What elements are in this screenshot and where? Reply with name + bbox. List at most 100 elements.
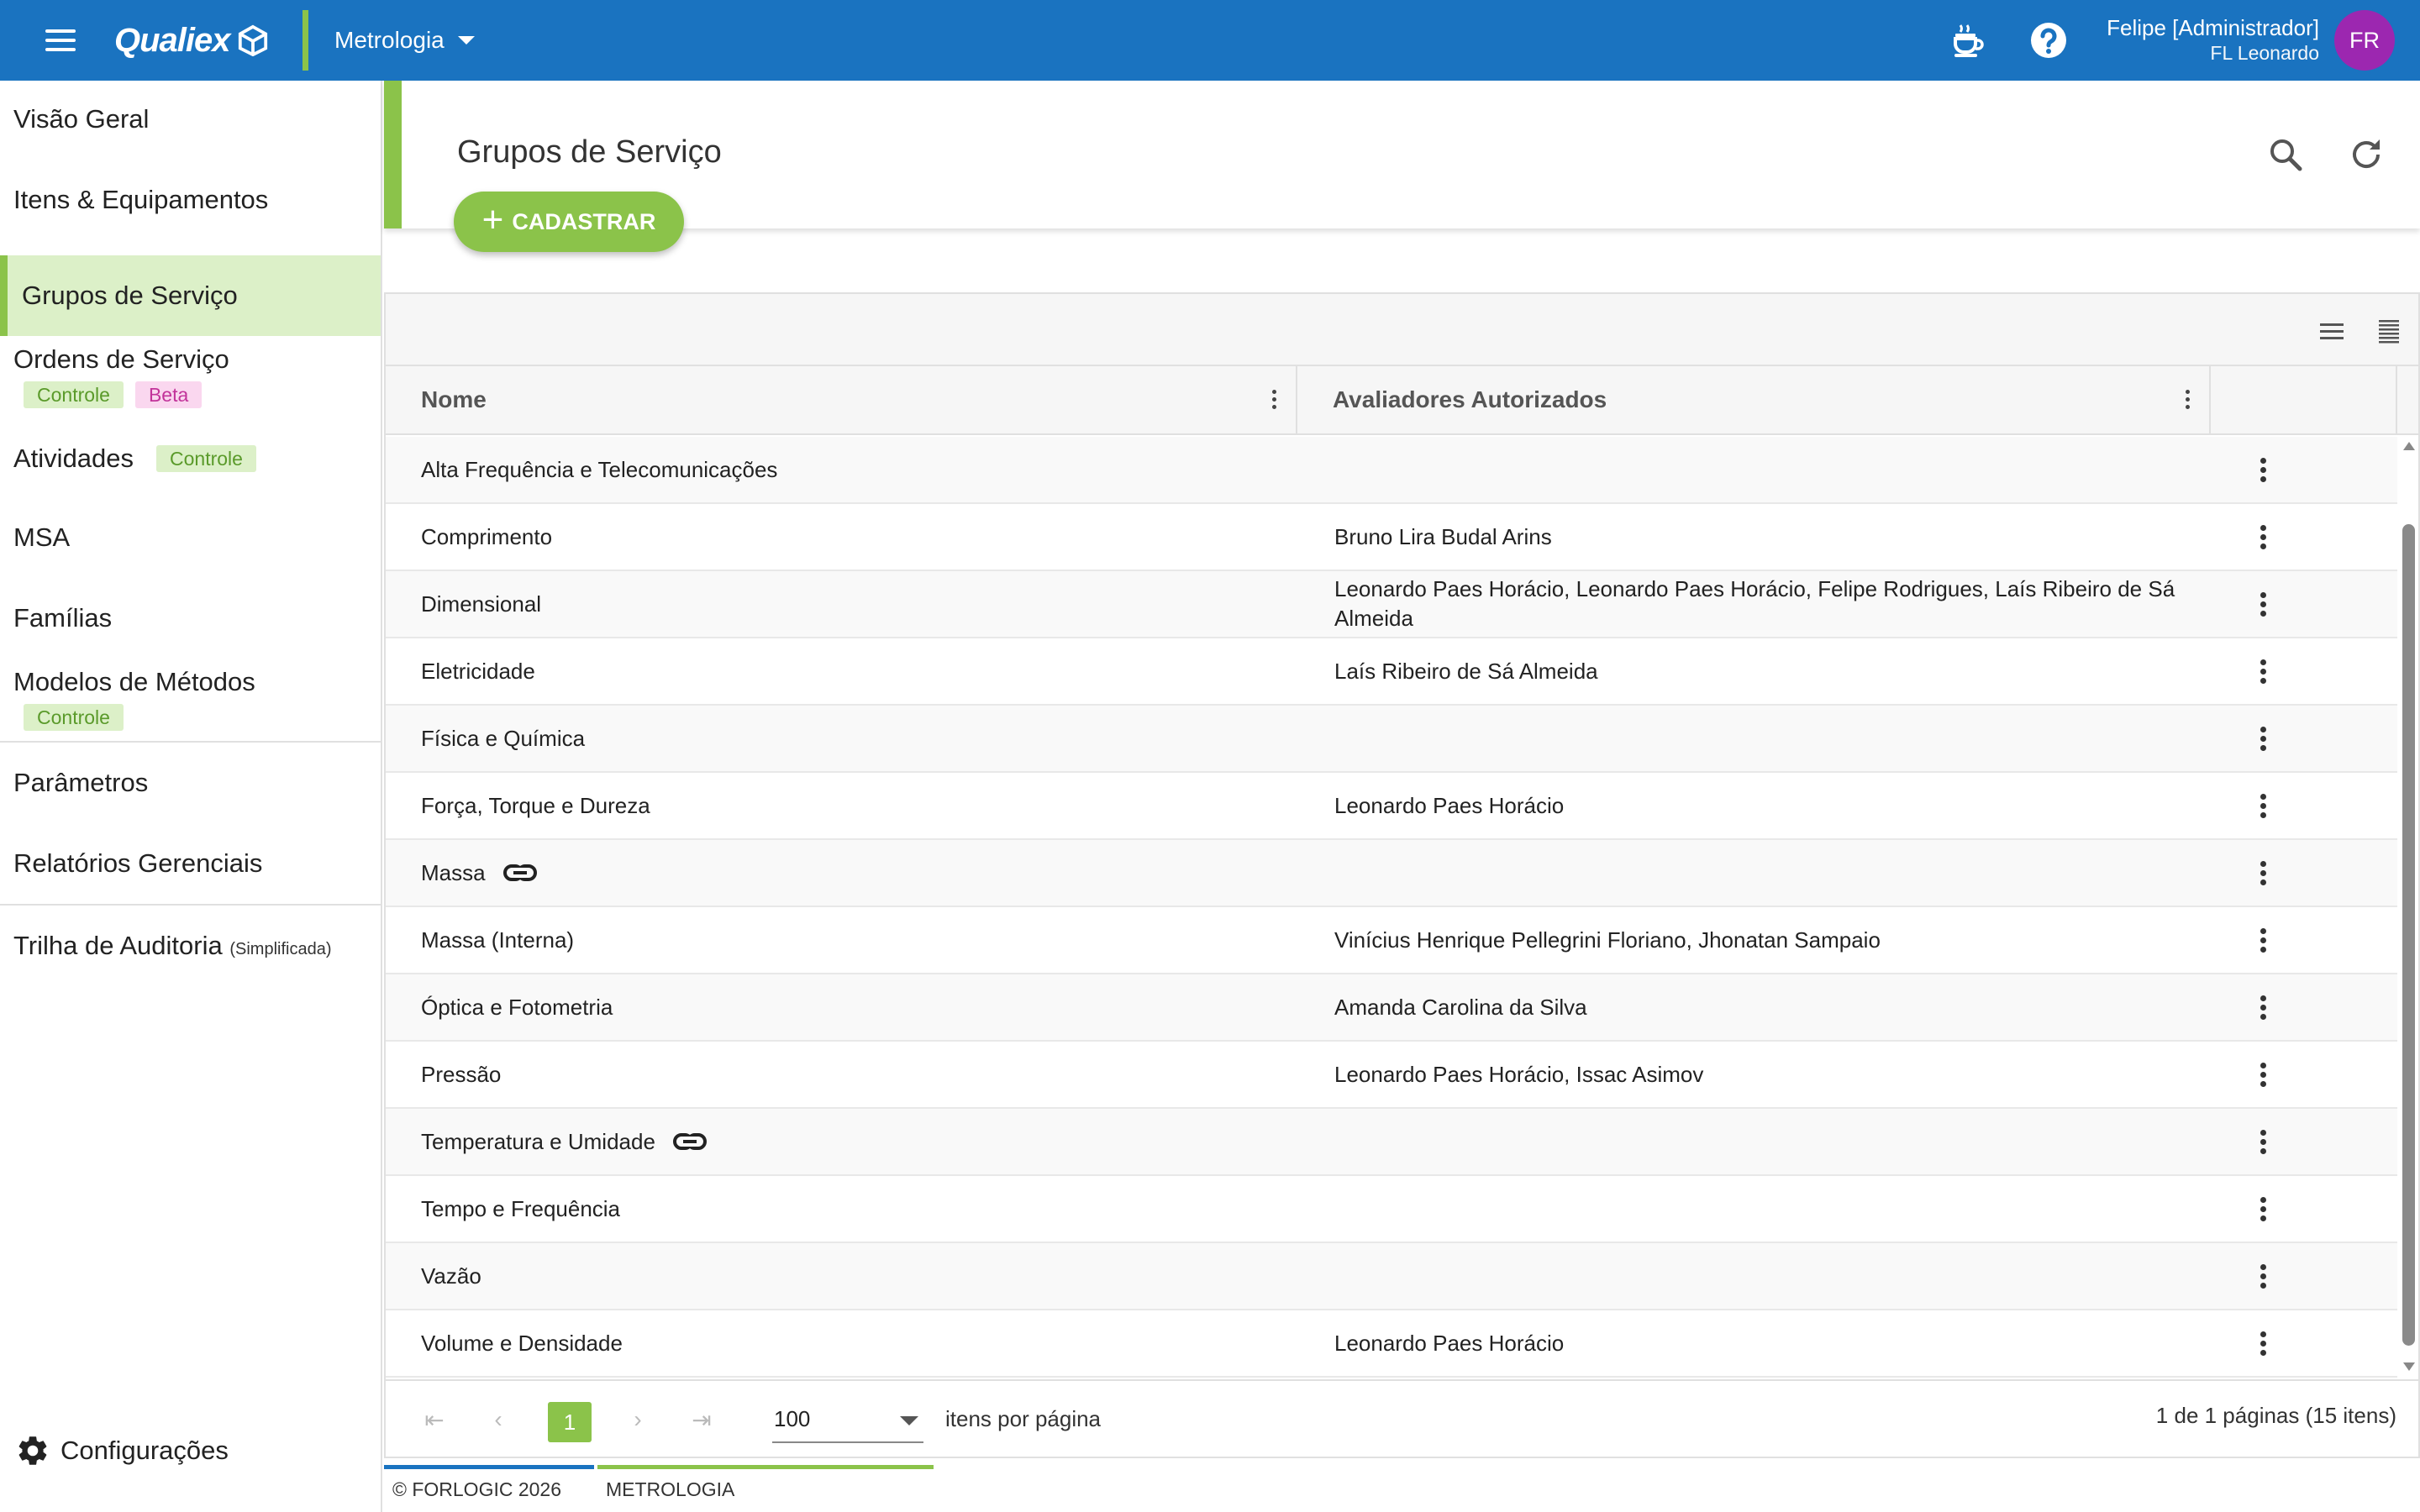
sidebar-item-label: Visão Geral bbox=[13, 104, 150, 134]
first-page-icon[interactable]: ⇤ bbox=[419, 1404, 450, 1435]
table-row[interactable]: Volume e Densidade Leonardo Paes Horácio bbox=[386, 1310, 2397, 1378]
help-icon[interactable] bbox=[2028, 20, 2069, 60]
column-header-avaliadores[interactable]: Avaliadores Autorizados bbox=[1297, 366, 2211, 433]
scrollbar-thumb[interactable] bbox=[2402, 524, 2415, 1346]
sidebar-item-modelos-de-metodos[interactable]: Modelos de Métodos Controle bbox=[0, 659, 381, 739]
sidebar-item-label: Atividades bbox=[13, 444, 134, 473]
cell-avaliadores: Leonardo Paes Horácio bbox=[1334, 792, 1565, 818]
row-actions-icon[interactable] bbox=[2254, 1194, 2271, 1223]
table-row[interactable]: Força, Torque e Dureza Leonardo Paes Horá… bbox=[386, 773, 2397, 840]
user-info[interactable]: Felipe [Administrador] FL Leonardo bbox=[2107, 15, 2319, 66]
row-actions-icon[interactable] bbox=[2254, 1262, 2271, 1290]
vertical-scrollbar[interactable] bbox=[2399, 437, 2418, 1378]
row-actions-icon[interactable] bbox=[2254, 1060, 2271, 1089]
module-name: Metrologia bbox=[334, 27, 445, 53]
group-name: Física e Química bbox=[421, 725, 586, 751]
sidebar-item-trilha-de-auditoria[interactable]: Trilha de Auditoria (Simplificada) bbox=[0, 906, 381, 990]
group-name: Alta Frequência e Telecomunicações bbox=[421, 456, 778, 482]
sidebar-item-itens-equipamentos[interactable]: Itens & Equipamentos bbox=[0, 155, 381, 245]
link-icon[interactable] bbox=[672, 1131, 708, 1152]
row-actions-icon[interactable] bbox=[2254, 590, 2271, 618]
cell-nome: Tempo e Frequência bbox=[421, 1176, 620, 1242]
table-row[interactable]: Dimensional Leonardo Paes Horácio, Leonar… bbox=[386, 571, 2397, 638]
table-row[interactable]: Alta Frequência e Telecomunicações bbox=[386, 437, 2397, 504]
table-row[interactable]: Comprimento Bruno Lira Budal Arins bbox=[386, 504, 2397, 571]
row-actions-icon[interactable] bbox=[2254, 724, 2271, 753]
chevron-down-icon bbox=[457, 36, 475, 45]
search-icon[interactable] bbox=[2265, 134, 2306, 175]
cell-nome: Força, Torque e Dureza bbox=[421, 773, 650, 838]
sidebar-item-visao-geral[interactable]: Visão Geral bbox=[0, 81, 381, 155]
row-density-compact-icon[interactable] bbox=[2372, 314, 2406, 348]
controle-badge: Controle bbox=[156, 445, 256, 472]
cell-avaliadores: Laís Ribeiro de Sá Almeida bbox=[1334, 658, 1598, 684]
sidebar-item-familias[interactable]: Famílias bbox=[0, 578, 381, 659]
page-size-label: itens por página bbox=[945, 1406, 1102, 1431]
previous-page-icon[interactable]: ‹ bbox=[483, 1404, 513, 1435]
row-actions-icon[interactable] bbox=[2254, 455, 2271, 484]
hamburger-menu-icon[interactable] bbox=[42, 24, 79, 57]
sidebar-item-grupos-de-servico[interactable]: Grupos de Serviço bbox=[0, 255, 381, 336]
sidebar-item-parametros[interactable]: Parâmetros bbox=[0, 743, 381, 823]
footer-copyright: © FORLOGIC 2026 bbox=[392, 1478, 562, 1500]
top-bar: Qualiex Metrologia Felipe [Administrador… bbox=[0, 0, 2420, 81]
coffee-cup-icon[interactable] bbox=[1948, 20, 1988, 60]
trilha-label: Trilha de Auditoria bbox=[13, 931, 223, 960]
sidebar-item-label: Parâmetros bbox=[13, 768, 149, 797]
sidebar-item-ordens-de-servico[interactable]: Ordens de Serviço Controle Beta bbox=[0, 336, 381, 420]
row-density-normal-icon[interactable] bbox=[2315, 314, 2349, 348]
row-actions-icon[interactable] bbox=[2254, 993, 2271, 1021]
table-row[interactable]: Massa (Interna) Vinícius Henrique Pellegr… bbox=[386, 907, 2397, 974]
footer: © FORLOGIC 2026 METROLOGIA bbox=[384, 1465, 2420, 1512]
sidebar-item-msa[interactable]: MSA bbox=[0, 497, 381, 578]
column-menu-icon[interactable] bbox=[2184, 388, 2191, 412]
table-row[interactable]: Óptica e Fotometria Amanda Carolina da Si… bbox=[386, 974, 2397, 1042]
controle-badge: Controle bbox=[24, 381, 124, 408]
cell-nome: Alta Frequência e Telecomunicações bbox=[421, 437, 777, 502]
module-selector[interactable]: Metrologia bbox=[334, 22, 475, 59]
refresh-icon[interactable] bbox=[2346, 134, 2386, 175]
current-page-button[interactable]: 1 bbox=[548, 1402, 592, 1442]
link-icon[interactable] bbox=[502, 863, 538, 883]
table-row[interactable]: Massa bbox=[386, 840, 2397, 907]
avatar[interactable]: FR bbox=[2334, 10, 2395, 71]
row-actions-icon[interactable] bbox=[2254, 522, 2271, 551]
pagination: ⇤ ‹ 1 › ⇥ 100 itens por página 1 de 1 pá… bbox=[386, 1379, 2418, 1457]
chevron-down-icon bbox=[900, 1416, 918, 1425]
row-actions-icon[interactable] bbox=[2254, 657, 2271, 685]
service-groups-grid: Nome Avaliadores Autorizados Alta Frequê… bbox=[384, 292, 2420, 1458]
user-name: Felipe [Administrador] bbox=[2107, 15, 2319, 40]
table-row[interactable]: Temperatura e Umidade bbox=[386, 1109, 2397, 1176]
table-row[interactable]: Tempo e Frequência bbox=[386, 1176, 2397, 1243]
sidebar-item-relatorios-gerenciais[interactable]: Relatórios Gerenciais bbox=[0, 823, 381, 904]
row-actions-icon[interactable] bbox=[2254, 926, 2271, 954]
brand-logo[interactable]: Qualiex bbox=[114, 17, 269, 64]
table-row[interactable]: Vazão bbox=[386, 1243, 2397, 1310]
last-page-icon[interactable]: ⇥ bbox=[687, 1404, 717, 1435]
add-group-button[interactable]: + CADASTRAR bbox=[454, 192, 684, 252]
table-row[interactable]: Física e Química bbox=[386, 706, 2397, 773]
next-page-icon[interactable]: › bbox=[623, 1404, 653, 1435]
scroll-up-icon[interactable] bbox=[2403, 442, 2415, 450]
table-row[interactable]: Eletricidade Laís Ribeiro de Sá Almeida bbox=[386, 638, 2397, 706]
column-menu-icon[interactable] bbox=[1270, 388, 1277, 412]
group-name: Vazão bbox=[421, 1263, 481, 1289]
page-size-value: 100 bbox=[774, 1405, 811, 1431]
sidebar-item-label: Relatórios Gerenciais bbox=[13, 848, 263, 878]
sidebar-item-atividades[interactable]: Atividades Controle bbox=[0, 420, 381, 497]
group-name: Volume e Densidade bbox=[421, 1330, 623, 1356]
group-name: Pressão bbox=[421, 1061, 502, 1087]
page-size-select[interactable]: 100 bbox=[772, 1396, 923, 1443]
row-actions-icon[interactable] bbox=[2254, 1127, 2271, 1156]
row-actions-icon[interactable] bbox=[2254, 791, 2271, 820]
header-accent-strip bbox=[384, 81, 402, 228]
scroll-down-icon[interactable] bbox=[2403, 1362, 2415, 1371]
table-row[interactable]: Pressão Leonardo Paes Horácio, Issac Asim… bbox=[386, 1042, 2397, 1109]
row-actions-icon[interactable] bbox=[2254, 858, 2271, 887]
cell-nome: Vazão bbox=[421, 1243, 481, 1309]
column-header-nome[interactable]: Nome bbox=[386, 366, 1297, 433]
grid-header: Nome Avaliadores Autorizados bbox=[386, 366, 2418, 435]
settings-link[interactable]: Configurações bbox=[15, 1433, 229, 1468]
row-actions-icon[interactable] bbox=[2254, 1329, 2271, 1357]
group-name: Temperatura e Umidade bbox=[421, 1128, 655, 1154]
